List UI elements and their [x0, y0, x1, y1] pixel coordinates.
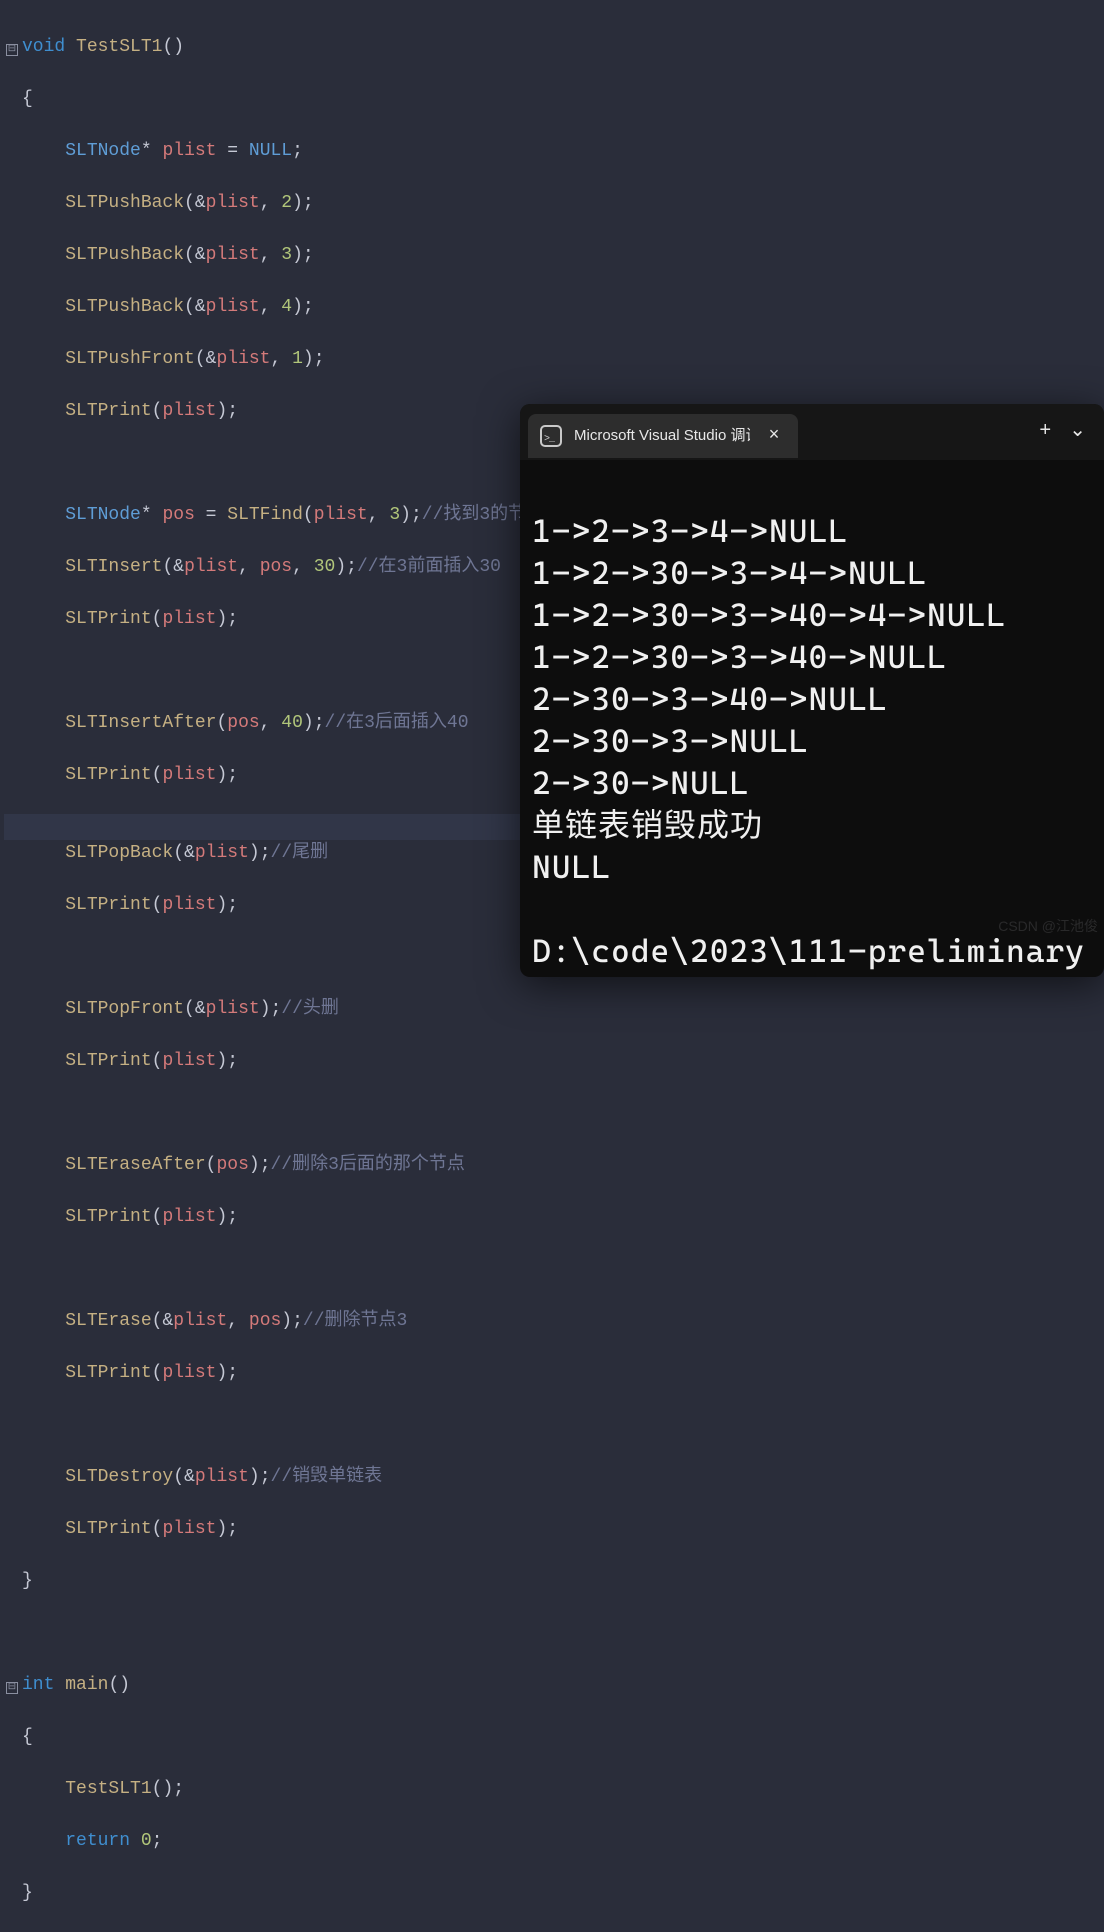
new-tab-button[interactable]: +	[1039, 419, 1051, 445]
keyword: void	[22, 37, 65, 57]
comment: //头删	[281, 999, 339, 1019]
terminal-tab-title: Microsoft Visual Studio 调试控	[574, 423, 750, 449]
comment: //删除节点3	[303, 1311, 407, 1331]
close-icon[interactable]: ×	[762, 423, 786, 449]
output-line: 1->2->30->3->40->4->NULL	[532, 596, 1006, 634]
fold-icon[interactable]: ⊟	[4, 34, 22, 60]
watermark: CSDN @江池俊	[998, 913, 1098, 939]
comment: //删除3后面的那个节点	[271, 1155, 465, 1175]
terminal-window[interactable]: Microsoft Visual Studio 调试控 × + ⌄ 1->2->…	[520, 404, 1104, 977]
terminal-tab[interactable]: Microsoft Visual Studio 调试控 ×	[528, 414, 798, 458]
output-line: 2->30->3->40->NULL	[532, 680, 888, 718]
comment: //在3前面插入30	[357, 557, 501, 577]
output-line: 1->2->30->3->4->NULL	[532, 554, 927, 592]
function-name: TestSLT1	[76, 37, 162, 57]
terminal-output[interactable]: 1->2->3->4->NULL 1->2->30->3->4->NULL 1-…	[520, 460, 1104, 977]
output-line: 单链表销毁成功	[532, 806, 763, 844]
terminal-tabbar: Microsoft Visual Studio 调试控 × + ⌄	[520, 404, 1104, 460]
output-line: 1->2->30->3->40->NULL	[532, 638, 947, 676]
fold-icon[interactable]: ⊟	[4, 1672, 22, 1698]
tab-dropdown-icon[interactable]: ⌄	[1069, 419, 1086, 445]
comment: //在3后面插入40	[325, 713, 469, 733]
comment: //销毁单链表	[271, 1467, 383, 1487]
output-line: NULL	[532, 848, 611, 886]
terminal-icon	[540, 425, 562, 447]
output-line: 1->2->3->4->NULL	[532, 512, 848, 550]
output-line: 2->30->3->NULL	[532, 722, 809, 760]
output-line: 2->30->NULL	[532, 764, 749, 802]
comment: //尾删	[271, 843, 329, 863]
